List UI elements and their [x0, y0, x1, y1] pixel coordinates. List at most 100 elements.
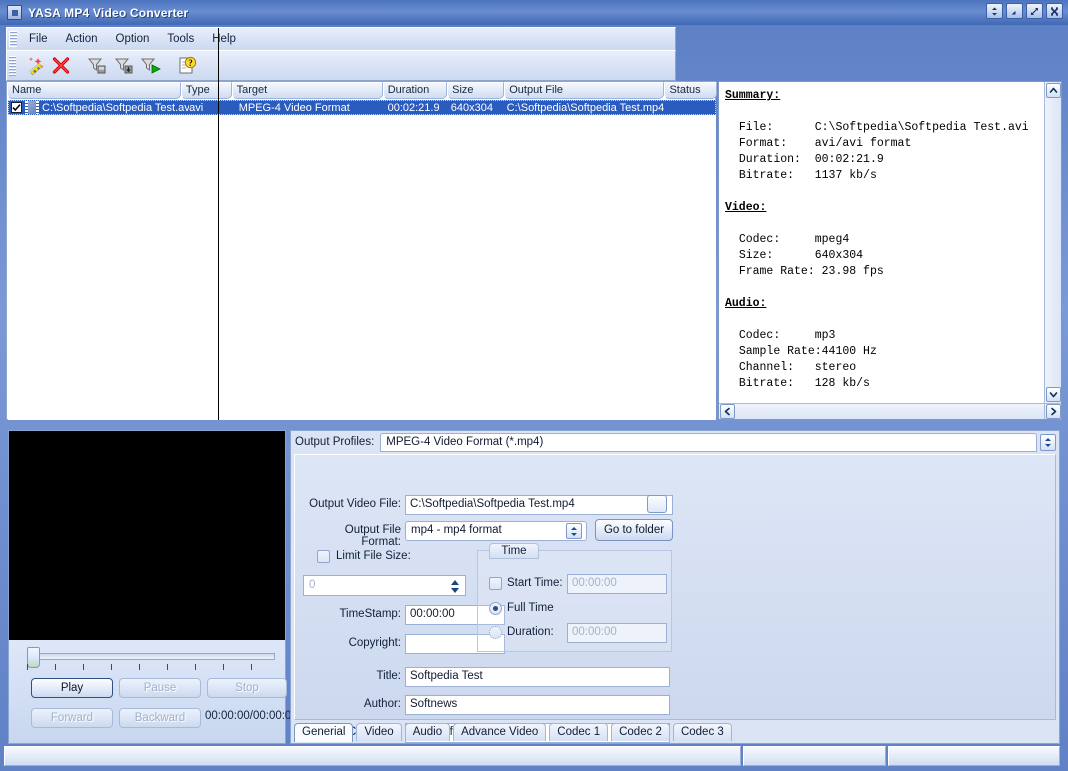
summary-horizontal-scrollbar[interactable] — [719, 403, 1044, 419]
window-title: YASA MP4 Video Converter — [28, 5, 189, 20]
stop-button[interactable]: Stop — [207, 678, 287, 698]
cell-duration: 00:02:21.9 — [387, 101, 440, 114]
pause-button[interactable]: Pause — [119, 678, 201, 698]
forward-button[interactable]: Forward — [31, 708, 113, 728]
preview-panel: Play Pause Stop Forward Backward 00:00:0… — [8, 430, 298, 744]
menu-option[interactable]: Option — [107, 30, 159, 48]
backward-button[interactable]: Backward — [119, 708, 201, 728]
settings-tabs: Generial Video Audio Advance Video Codec… — [294, 723, 1054, 742]
column-divider[interactable] — [218, 28, 219, 420]
cell-target: MPEG-4 Video Format — [238, 101, 350, 114]
full-time-radio[interactable] — [489, 602, 502, 615]
close-button[interactable] — [1046, 3, 1063, 19]
column-header-output-file[interactable]: Output File — [504, 82, 665, 99]
tab-video[interactable]: Video — [356, 723, 402, 741]
column-header-target[interactable]: Target — [231, 82, 383, 99]
tab-audio[interactable]: Audio — [404, 723, 451, 741]
scroll-down-icon[interactable] — [1046, 387, 1061, 402]
menu-tools[interactable]: Tools — [158, 30, 203, 48]
summary-file-label: File: — [738, 121, 774, 134]
video-framerate-value: 23.98 fps — [821, 265, 884, 278]
menu-action[interactable]: Action — [57, 30, 107, 48]
tab-codec-2[interactable]: Codec 2 — [611, 723, 670, 741]
cell-type: avi — [189, 101, 204, 114]
convert-all-icon[interactable] — [137, 53, 164, 78]
summary-bitrate-label: Bitrate: — [738, 169, 795, 182]
audio-bitrate-label: Bitrate: — [738, 377, 795, 390]
browse-output-file-button[interactable] — [647, 495, 667, 513]
menu-grip[interactable] — [9, 31, 17, 47]
full-time-label: Full Time — [507, 602, 554, 614]
column-header-type[interactable]: Type — [180, 82, 232, 99]
maximize-button[interactable] — [1026, 3, 1043, 19]
title-label: Title: — [376, 670, 402, 682]
convert-checked-icon[interactable] — [110, 53, 137, 78]
column-header-status[interactable]: Status — [664, 82, 717, 99]
output-file-format-combo[interactable]: mp4 - mp4 format — [405, 521, 587, 541]
toolbar: ? — [6, 50, 676, 81]
menu-help[interactable]: Help — [203, 30, 245, 48]
video-framerate-label: Frame Rate: — [738, 265, 815, 278]
file-list-header: Name Type Target Duration Size Output Fi… — [7, 82, 717, 99]
cell-output-file: C:\Softpedia\Softpedia Test.mp4 — [506, 101, 665, 114]
help-icon[interactable]: ? — [173, 53, 200, 78]
limit-file-size-arrows-icon[interactable] — [448, 578, 462, 595]
limit-file-size-checkbox[interactable] — [317, 550, 330, 563]
limit-file-size-spinner[interactable]: 0 — [303, 575, 466, 596]
start-time-label: Start Time: — [507, 577, 563, 589]
video-preview[interactable] — [9, 431, 285, 640]
remove-file-icon[interactable] — [47, 53, 74, 78]
seek-slider[interactable] — [27, 647, 277, 668]
summary-text: Summary: File: C:\Softpedia\Softpedia Te… — [719, 82, 1043, 403]
video-size-value: 640x304 — [814, 249, 864, 262]
duration-input[interactable]: 00:00:00 — [567, 623, 667, 643]
column-header-duration[interactable]: Duration — [382, 82, 448, 99]
output-file-format-spinner-icon[interactable] — [566, 523, 582, 539]
audio-codec-value: mp3 — [814, 329, 836, 342]
author-input[interactable]: Softnews — [405, 695, 670, 715]
tab-generial[interactable]: Generial — [294, 723, 354, 742]
toolbar-grip[interactable] — [9, 55, 16, 76]
tab-advance-video[interactable]: Advance Video — [453, 723, 547, 741]
convert-selected-icon[interactable] — [83, 53, 110, 78]
status-panel-2 — [743, 746, 886, 766]
table-row[interactable]: C:\Softpedia\Softpedia Test.avi avi MPEG… — [8, 100, 716, 115]
summary-scroll-corner[interactable] — [1044, 403, 1061, 419]
output-file-format-label: Output File Format: — [344, 524, 401, 548]
title-input[interactable]: Softpedia Test — [405, 667, 670, 687]
add-files-icon[interactable] — [20, 53, 47, 78]
summary-bitrate-value: 1137 kb/s — [814, 169, 877, 182]
menu-bar: File Action Option Tools Help — [6, 27, 676, 51]
seek-track — [35, 653, 275, 660]
start-time-checkbox[interactable] — [489, 577, 502, 590]
menu-file[interactable]: File — [20, 30, 57, 48]
output-profiles-spinner-icon[interactable] — [1040, 433, 1056, 451]
play-button[interactable]: Play — [31, 678, 113, 698]
row-checkbox[interactable] — [11, 102, 22, 113]
scroll-right-icon[interactable] — [1046, 404, 1061, 419]
file-list-body[interactable]: C:\Softpedia\Softpedia Test.avi avi MPEG… — [8, 100, 716, 420]
video-codec-value: mpeg4 — [814, 233, 850, 246]
output-profiles-label: Output Profiles: — [295, 436, 375, 448]
copyright-label: Copyright: — [348, 637, 401, 649]
scroll-left-icon[interactable] — [720, 404, 735, 419]
audio-samplerate-value: 44100 Hz — [821, 345, 877, 358]
scroll-up-icon[interactable] — [1046, 83, 1061, 98]
status-bar — [4, 745, 1064, 767]
summary-format-value: avi/avi format — [814, 137, 912, 150]
go-to-folder-button[interactable]: Go to folder — [595, 519, 673, 541]
player-controls: Play Pause Stop Forward Backward 00:00:0… — [9, 640, 298, 743]
column-header-size[interactable]: Size — [447, 82, 505, 99]
minimize-button[interactable] — [1006, 3, 1023, 19]
tab-codec-1[interactable]: Codec 1 — [549, 723, 609, 741]
video-heading: Video: — [725, 201, 767, 214]
start-time-input[interactable]: 00:00:00 — [567, 574, 667, 594]
time-group-title: Time — [489, 543, 539, 559]
summary-vertical-scrollbar[interactable] — [1044, 82, 1061, 403]
output-profiles-combo[interactable]: MPEG-4 Video Format (*.mp4) — [380, 432, 1037, 452]
tab-codec-3[interactable]: Codec 3 — [672, 723, 732, 741]
rollup-button[interactable] — [986, 3, 1003, 19]
column-header-name[interactable]: Name — [7, 82, 181, 99]
duration-radio[interactable] — [489, 626, 502, 639]
output-video-file-input[interactable]: C:\Softpedia\Softpedia Test.mp4 — [405, 495, 673, 515]
